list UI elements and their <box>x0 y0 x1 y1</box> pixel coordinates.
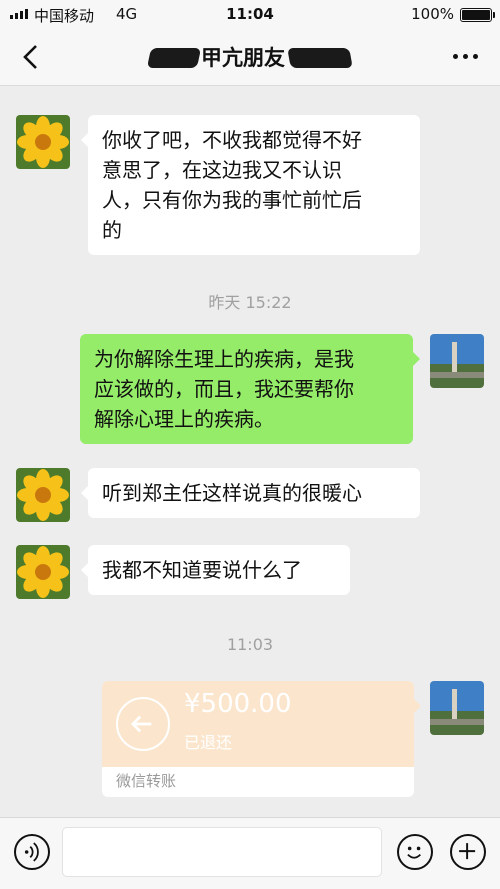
message-input[interactable] <box>62 827 382 877</box>
message-line: 为你解除生理上的疾病，是我 <box>94 347 354 371</box>
chat-title: 甲亢朋友 <box>0 42 500 72</box>
battery-icon <box>460 8 495 22</box>
message-line: 应该做的，而且，我还要帮你 <box>94 377 354 401</box>
message-line: 你收了吧，不收我都觉得不好 <box>102 128 362 152</box>
message-line: 听到郑主任这样说真的很暖心 <box>102 481 362 505</box>
message-list[interactable]: 你收了吧，不收我都觉得不好 意思了，在这边我又不认识 人，只有你为我的事忙前忙后… <box>0 87 500 817</box>
transfer-amount: ¥500.00 <box>184 689 292 719</box>
more-dots-icon[interactable] <box>453 54 478 59</box>
tower-avatar[interactable] <box>430 681 484 735</box>
message-line: 意思了，在这边我又不认识 <box>102 158 342 182</box>
message-bubble[interactable]: 你收了吧，不收我都觉得不好 意思了，在这边我又不认识 人，只有你为我的事忙前忙后… <box>81 115 420 255</box>
return-arrow-icon <box>116 697 170 751</box>
transfer-status: 已退还 <box>184 733 233 752</box>
message-bubble[interactable]: 我都不知道要说什么了 <box>81 545 350 595</box>
battery-percent: 100% <box>411 5 454 23</box>
message-bubble[interactable]: 为你解除生理上的疾病，是我 应该做的，而且，我还要帮你 解除心理上的疾病。 <box>80 334 420 444</box>
input-bar <box>0 817 500 889</box>
transfer-card[interactable]: ¥500.00 已退还 微信转账 <box>102 681 421 797</box>
transfer-source-label: 微信转账 <box>116 772 177 790</box>
timestamp: 11:03 <box>226 635 274 654</box>
sunflower-avatar[interactable] <box>16 545 70 599</box>
sunflower-avatar[interactable] <box>16 468 70 522</box>
emoji-icon[interactable] <box>397 834 433 870</box>
timestamp: 昨天 15:22 <box>208 293 292 312</box>
message-line: 的 <box>102 218 122 242</box>
message-line: 我都不知道要说什么了 <box>102 558 302 582</box>
chat-title-text: 甲亢朋友 <box>201 46 285 70</box>
sunflower-avatar[interactable] <box>16 115 70 169</box>
voice-icon[interactable] <box>14 834 50 870</box>
chat-header: 甲亢朋友 <box>0 28 500 86</box>
status-bar: 中国移动 4G 11:04 100% <box>0 0 500 28</box>
plus-icon[interactable] <box>450 834 486 870</box>
redaction-mark <box>287 48 353 68</box>
message-line: 解除心理上的疾病。 <box>94 407 274 431</box>
redaction-mark <box>146 48 202 68</box>
transfer-card-header: ¥500.00 已退还 <box>102 681 421 767</box>
message-bubble[interactable]: 听到郑主任这样说真的很暖心 <box>81 468 420 518</box>
tower-avatar[interactable] <box>430 334 484 388</box>
message-line: 人，只有你为我的事忙前忙后 <box>102 188 362 212</box>
